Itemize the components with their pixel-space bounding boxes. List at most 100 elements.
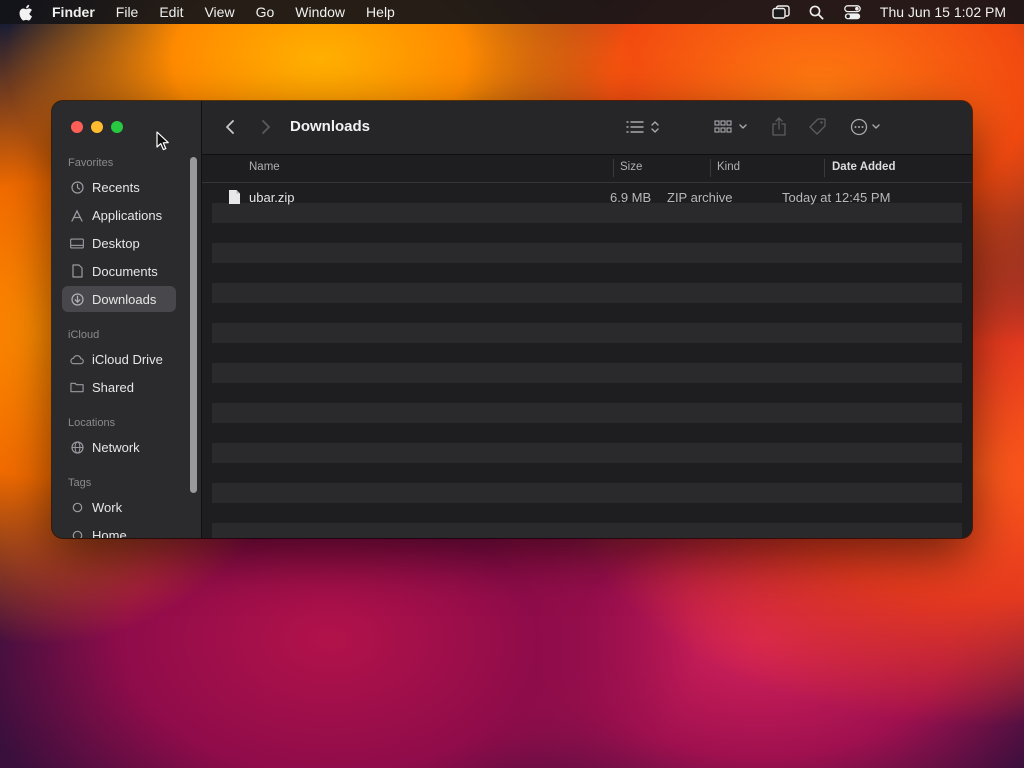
sidebar-item-tag-home[interactable]: Home	[62, 522, 176, 538]
stage-manager-icon[interactable]	[772, 4, 790, 20]
window-controls	[71, 121, 123, 133]
menu-help[interactable]: Help	[366, 0, 395, 24]
shared-folder-icon	[70, 380, 84, 394]
action-menu-button[interactable]	[848, 116, 888, 138]
toolbar: Downloads	[202, 101, 972, 155]
clock-icon	[70, 180, 84, 194]
sidebar-item-label: Applications	[92, 207, 163, 223]
sidebar-item-documents[interactable]: Documents	[62, 258, 176, 284]
list-row	[212, 523, 962, 538]
list-row	[212, 303, 962, 323]
group-by-button[interactable]	[712, 116, 752, 138]
column-separator	[824, 159, 825, 177]
tags-button[interactable]	[806, 116, 830, 138]
file-browser: Downloads Name Size Kind Date Added ubar…	[202, 101, 972, 538]
forward-button[interactable]	[258, 116, 274, 138]
list-row	[212, 483, 962, 503]
file-date-added: Today at 12:45 PM	[782, 190, 891, 205]
file-size: 6.9 MB	[610, 190, 652, 205]
globe-icon	[70, 440, 84, 454]
desktop-icon	[70, 236, 84, 250]
cloud-icon	[70, 352, 84, 366]
mouse-pointer-icon	[156, 131, 170, 156]
column-date-added[interactable]: Date Added	[832, 161, 895, 173]
file-list: ubar.zip 6.9 MB ZIP archive Today at 12:…	[212, 183, 962, 538]
sidebar-item-recents[interactable]: Recents	[62, 174, 176, 200]
file-icon	[228, 189, 241, 208]
list-row	[212, 283, 962, 303]
sidebar-item-label: Shared	[92, 379, 134, 395]
menu-window[interactable]: Window	[295, 0, 345, 24]
download-icon	[70, 292, 84, 306]
sidebar-item-applications[interactable]: Applications	[62, 202, 176, 228]
list-row	[212, 243, 962, 263]
sidebar-section-locations: Locations	[68, 417, 116, 429]
list-row	[212, 403, 962, 423]
sidebar-item-network[interactable]: Network	[62, 434, 176, 460]
finder-window: Favorites Recents Applications Desktop D…	[52, 101, 972, 538]
spotlight-search-icon[interactable]	[808, 4, 826, 20]
sidebar-item-label: Work	[92, 499, 123, 515]
list-row	[212, 343, 962, 363]
applications-icon	[70, 208, 84, 222]
zoom-window-button[interactable]	[111, 121, 123, 133]
document-icon	[70, 264, 84, 278]
sidebar-item-label: Desktop	[92, 235, 140, 251]
list-row	[212, 443, 962, 463]
share-button[interactable]	[768, 116, 790, 138]
sidebar-item-label: Recents	[92, 179, 140, 195]
share-icon	[772, 117, 786, 136]
column-separator	[613, 159, 614, 177]
column-name[interactable]: Name	[249, 161, 280, 173]
tag-circle-icon	[70, 500, 84, 514]
view-options-button[interactable]	[624, 116, 664, 138]
menu-edit[interactable]: Edit	[159, 0, 183, 24]
sidebar-scrollbar[interactable]	[190, 157, 197, 493]
sidebar-section-tags: Tags	[68, 477, 92, 489]
list-row	[212, 503, 962, 523]
list-row	[212, 463, 962, 483]
sidebar-item-label: Downloads	[92, 291, 157, 307]
column-separator	[710, 159, 711, 177]
tag-icon	[809, 118, 826, 135]
list-row	[212, 223, 962, 243]
back-button[interactable]	[222, 116, 238, 138]
control-center-icon[interactable]	[844, 4, 862, 20]
table-row[interactable]: ubar.zip 6.9 MB ZIP archive Today at 12:…	[212, 187, 962, 209]
file-kind: ZIP archive	[667, 190, 733, 205]
sidebar-item-label: Network	[92, 439, 140, 455]
grid-group-icon	[714, 120, 747, 133]
sidebar-item-label: Home	[92, 527, 127, 539]
list-row	[212, 323, 962, 343]
sidebar-item-label: Documents	[92, 263, 158, 279]
menu-app-name[interactable]: Finder	[52, 0, 95, 24]
sidebar-item-tag-work[interactable]: Work	[62, 494, 176, 520]
minimize-window-button[interactable]	[91, 121, 103, 133]
list-view-icon	[626, 121, 659, 133]
sidebar-section-favorites: Favorites	[68, 157, 114, 169]
sidebar-item-label: iCloud Drive	[92, 351, 163, 367]
sidebar-item-downloads[interactable]: Downloads	[62, 286, 176, 312]
sidebar: Favorites Recents Applications Desktop D…	[52, 101, 202, 538]
sidebar-item-icloud-drive[interactable]: iCloud Drive	[62, 346, 176, 372]
column-kind[interactable]: Kind	[717, 161, 740, 173]
menu-view[interactable]: View	[204, 0, 234, 24]
menu-bar: Finder File Edit View Go Window Help Thu…	[0, 0, 1024, 24]
close-window-button[interactable]	[71, 121, 83, 133]
sidebar-item-shared[interactable]: Shared	[62, 374, 176, 400]
column-size[interactable]: Size	[620, 161, 642, 173]
list-row	[212, 423, 962, 443]
sidebar-item-desktop[interactable]: Desktop	[62, 230, 176, 256]
list-row	[212, 263, 962, 283]
column-header: Name Size Kind Date Added	[202, 155, 972, 183]
file-name: ubar.zip	[249, 190, 295, 205]
menu-clock[interactable]: Thu Jun 15 1:02 PM	[880, 4, 1006, 20]
menu-file[interactable]: File	[116, 0, 139, 24]
sidebar-section-icloud: iCloud	[68, 329, 100, 341]
list-row	[212, 383, 962, 403]
tag-circle-icon	[70, 528, 84, 538]
menu-go[interactable]: Go	[256, 0, 275, 24]
apple-menu-icon[interactable]	[18, 4, 34, 20]
list-row	[212, 363, 962, 383]
ellipsis-circle-icon	[850, 118, 880, 136]
